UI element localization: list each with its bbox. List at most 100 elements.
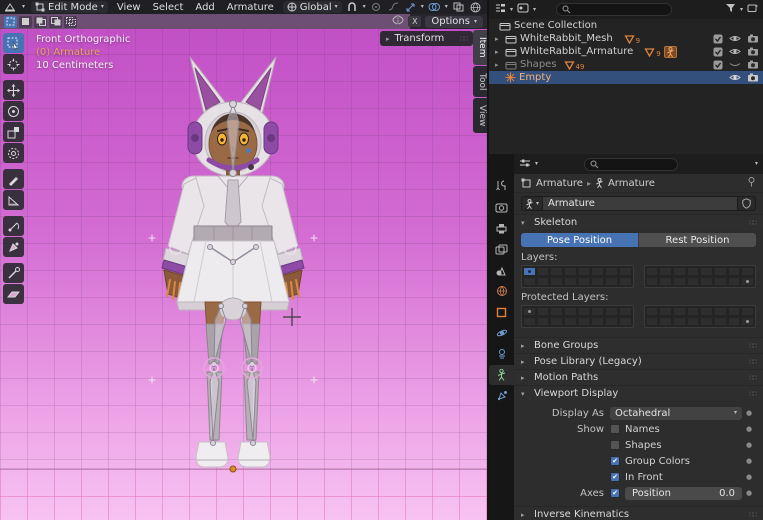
camera-icon[interactable] bbox=[747, 47, 759, 56]
sidebar-tab-item[interactable]: Item bbox=[473, 30, 487, 65]
expand-icon[interactable]: ▸ bbox=[495, 61, 502, 69]
select-mode-extend[interactable] bbox=[19, 16, 32, 28]
outliner-editor-type-icon[interactable] bbox=[494, 3, 506, 16]
expand-icon[interactable]: ▸ bbox=[495, 48, 502, 56]
group-colors-checkbox[interactable]: ✔ bbox=[610, 456, 620, 466]
outliner-row-shapes[interactable]: ▸ Shapes 49 bbox=[489, 58, 763, 71]
panel-inverse-kinematics[interactable]: ▸ Inverse Kinematics ∷∷ bbox=[514, 506, 763, 520]
tab-tool[interactable] bbox=[489, 176, 514, 196]
in-front-checkbox[interactable]: ✔ bbox=[610, 472, 620, 482]
menu-select[interactable]: Select bbox=[150, 2, 187, 13]
datablock-type-dropdown[interactable]: ▾ bbox=[521, 196, 542, 211]
proportional-editing-icon[interactable] bbox=[370, 1, 383, 13]
pose-position-button[interactable]: Pose Position bbox=[521, 233, 638, 247]
layer-grid-right[interactable] bbox=[644, 265, 757, 288]
properties-search-input[interactable] bbox=[602, 159, 672, 169]
outliner-search-input[interactable] bbox=[574, 5, 666, 15]
breadcrumb-object[interactable]: Armature bbox=[536, 178, 583, 189]
checkbox-icon[interactable] bbox=[713, 34, 723, 44]
names-checkbox[interactable] bbox=[610, 424, 620, 434]
rest-position-button[interactable]: Rest Position bbox=[638, 233, 756, 247]
panel-grip[interactable]: ∷∷ bbox=[460, 35, 467, 43]
tool-shear[interactable] bbox=[3, 284, 24, 304]
tab-object-constraints[interactable] bbox=[489, 344, 514, 364]
select-mode-invert[interactable] bbox=[49, 16, 62, 28]
menu-add[interactable]: Add bbox=[192, 2, 217, 13]
camera-icon[interactable] bbox=[747, 60, 759, 69]
snap-magnet-icon[interactable] bbox=[346, 1, 359, 13]
camera-icon[interactable] bbox=[747, 34, 759, 43]
panel-pose-library[interactable]: ▸ Pose Library (Legacy) ∷∷ bbox=[514, 353, 763, 369]
mirror-x-toggle[interactable]: X bbox=[408, 16, 421, 27]
tool-select-box[interactable] bbox=[3, 33, 24, 53]
transform-panel-header[interactable]: ▸ Transform ∷∷ bbox=[380, 31, 473, 46]
fake-user-shield-icon[interactable] bbox=[738, 196, 756, 211]
snap-caret[interactable]: ▾ bbox=[363, 4, 366, 10]
outliner-display-mode-icon[interactable] bbox=[517, 3, 529, 16]
select-mode-subtract[interactable] bbox=[34, 16, 47, 28]
eye-icon[interactable] bbox=[729, 34, 741, 43]
sidebar-tab-view[interactable]: View bbox=[473, 98, 487, 133]
panel-motion-paths[interactable]: ▸ Motion Paths ∷∷ bbox=[514, 369, 763, 385]
outliner-row-empty[interactable]: Empty bbox=[489, 71, 763, 84]
tool-rotate[interactable] bbox=[3, 101, 24, 121]
protected-grid-right[interactable] bbox=[644, 305, 757, 328]
tool-scale[interactable] bbox=[3, 122, 24, 142]
tab-bone[interactable] bbox=[489, 386, 514, 406]
toggle-xray-icon[interactable] bbox=[452, 1, 465, 13]
tab-render[interactable] bbox=[489, 197, 514, 217]
select-mode-new[interactable] bbox=[4, 16, 17, 28]
tool-annotate[interactable] bbox=[3, 169, 24, 189]
gizmo-caret[interactable]: ▾ bbox=[421, 4, 424, 10]
tool-extrude[interactable] bbox=[3, 263, 24, 283]
properties-editor-type-icon[interactable] bbox=[519, 158, 531, 171]
shading-wireframe-icon[interactable] bbox=[469, 1, 482, 13]
mode-dropdown[interactable]: Edit Mode ▾ bbox=[31, 1, 108, 13]
panel-viewport-display-header[interactable]: ▾ Viewport Display ∷∷ bbox=[514, 385, 763, 401]
axes-checkbox[interactable]: ✔ bbox=[610, 488, 620, 498]
eye-closed-icon[interactable] bbox=[729, 60, 741, 69]
datablock-name-field[interactable]: Armature bbox=[542, 196, 738, 211]
tool-cursor[interactable] bbox=[3, 54, 24, 74]
eye-icon[interactable] bbox=[729, 47, 741, 56]
proportional-falloff-icon[interactable] bbox=[387, 1, 400, 13]
eye-icon[interactable] bbox=[729, 73, 741, 82]
tool-transform[interactable] bbox=[3, 143, 24, 163]
filter-icon[interactable] bbox=[725, 3, 736, 16]
menu-view[interactable]: View bbox=[114, 2, 144, 13]
tool-roll[interactable] bbox=[3, 216, 24, 236]
editor-type-caret[interactable]: ▾ bbox=[22, 4, 25, 10]
sidebar-tab-tool[interactable]: Tool bbox=[473, 66, 487, 97]
editor-type-icon[interactable] bbox=[4, 1, 16, 13]
properties-options-caret[interactable]: ▾ bbox=[755, 161, 758, 167]
display-as-dropdown[interactable]: Octahedral ▾ bbox=[610, 407, 742, 420]
shapes-checkbox[interactable] bbox=[610, 440, 620, 450]
new-collection-icon[interactable] bbox=[747, 3, 758, 16]
axes-position-slider[interactable]: Position 0.0 bbox=[625, 487, 742, 500]
expand-icon[interactable]: ▸ bbox=[495, 35, 502, 43]
select-mode-intersect[interactable] bbox=[64, 16, 77, 28]
3d-viewport[interactable]: ▾ Edit Mode ▾ View Select Add Armature G… bbox=[0, 0, 487, 520]
panel-bone-groups[interactable]: ▸ Bone Groups ∷∷ bbox=[514, 337, 763, 353]
menu-armature[interactable]: Armature bbox=[224, 2, 277, 13]
tab-output[interactable] bbox=[489, 218, 514, 238]
show-gizmo-icon[interactable] bbox=[404, 1, 417, 13]
tab-world[interactable] bbox=[489, 281, 514, 301]
panel-skeleton-header[interactable]: ▾ Skeleton ∷∷ bbox=[514, 214, 763, 230]
protected-grid-left[interactable] bbox=[521, 305, 634, 328]
properties-search[interactable] bbox=[584, 158, 678, 171]
breadcrumb-data[interactable]: Armature bbox=[608, 178, 655, 189]
tool-measure[interactable] bbox=[3, 190, 24, 210]
pin-icon[interactable] bbox=[747, 177, 756, 190]
overlays-caret[interactable]: ▾ bbox=[445, 4, 448, 10]
checkbox-icon[interactable] bbox=[713, 47, 723, 57]
decorator-dot[interactable]: ● bbox=[742, 409, 756, 417]
outliner-search[interactable] bbox=[556, 3, 672, 16]
tab-object[interactable] bbox=[489, 302, 514, 322]
options-button[interactable]: Options ▾ bbox=[425, 16, 483, 28]
show-overlays-icon[interactable] bbox=[428, 1, 441, 13]
outliner-row-whiterabbit-mesh[interactable]: ▸ WhiteRabbit_Mesh 9 bbox=[489, 32, 763, 45]
character-model[interactable] bbox=[0, 0, 487, 520]
outliner-row-scene-collection[interactable]: Scene Collection bbox=[489, 19, 763, 32]
tab-view-layer[interactable] bbox=[489, 239, 514, 259]
